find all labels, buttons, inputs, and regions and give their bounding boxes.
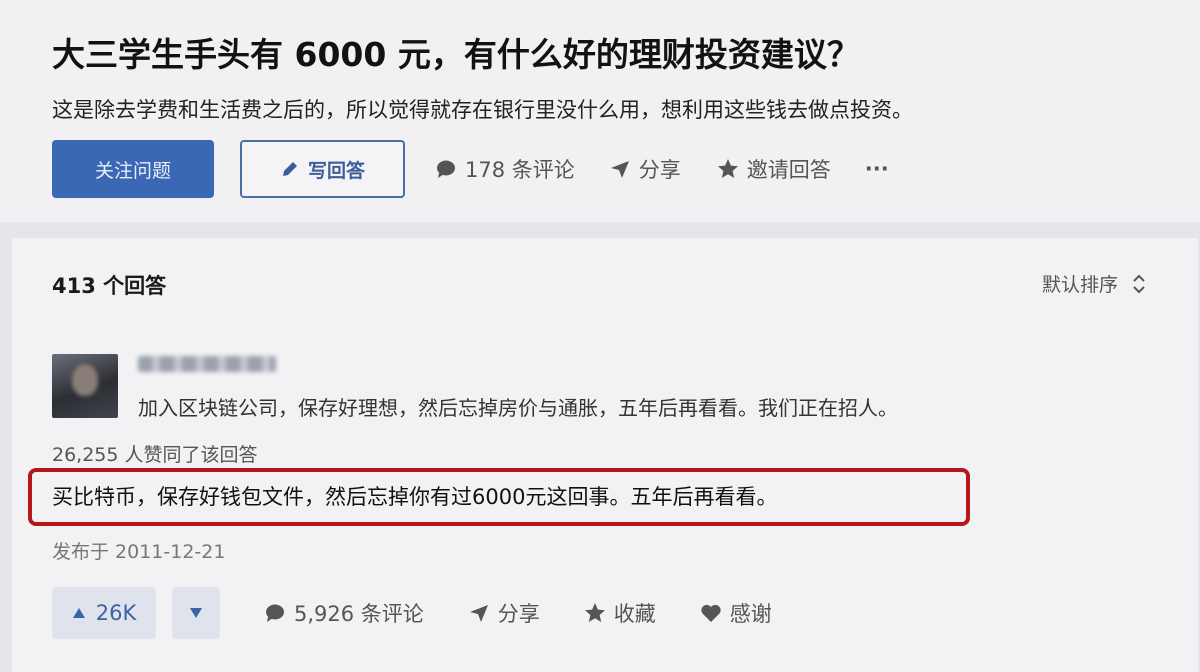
answer-content: 买比特币，保存好钱包文件，然后忘掉你有过6000元这回事。五年后再看看。 bbox=[52, 485, 778, 509]
publish-date: 发布于 2011-12-21 bbox=[52, 541, 226, 563]
upvote-button[interactable]: 26K bbox=[52, 587, 156, 639]
answer-share-label: 分享 bbox=[497, 602, 540, 626]
vote-summary: 26,255 人赞同了该回答 bbox=[52, 444, 258, 466]
question-comments-button[interactable]: 178 条评论 bbox=[435, 154, 575, 184]
write-answer-label: 写回答 bbox=[307, 159, 365, 182]
answer-comments-button[interactable]: 5,926 条评论 bbox=[264, 598, 424, 628]
share-icon bbox=[468, 603, 490, 623]
question-share-label: 分享 bbox=[638, 158, 681, 182]
author-name-blurred[interactable] bbox=[138, 356, 276, 372]
pencil-icon bbox=[280, 159, 300, 179]
sort-label: 默认排序 bbox=[1041, 274, 1118, 296]
favorite-button[interactable]: 收藏 bbox=[584, 598, 656, 628]
star-icon bbox=[717, 158, 739, 180]
favorite-label: 收藏 bbox=[613, 602, 656, 626]
downvote-button[interactable] bbox=[172, 587, 220, 639]
sort-icon bbox=[1132, 273, 1146, 295]
sort-dropdown[interactable]: 默认排序 bbox=[1042, 270, 1146, 297]
more-icon[interactable]: ··· bbox=[865, 157, 889, 181]
downvote-icon bbox=[189, 607, 203, 619]
invite-answer-label: 邀请回答 bbox=[746, 158, 831, 182]
question-header: 大三学生手头有 6000 元，有什么好的理财投资建议？ 这是除去学费和生活费之后… bbox=[0, 0, 1200, 222]
question-comments-label: 178 条评论 bbox=[465, 158, 575, 182]
share-icon bbox=[609, 159, 631, 179]
upvote-icon bbox=[72, 607, 86, 619]
answer-count: 413 个回答 bbox=[52, 274, 167, 298]
question-detail: 这是除去学费和生活费之后的，所以觉得就存在银行里没什么用，想利用这些钱去做点投资… bbox=[52, 98, 913, 122]
write-answer-button[interactable]: 写回答 bbox=[240, 140, 405, 198]
question-share-button[interactable]: 分享 bbox=[609, 154, 681, 184]
thanks-button[interactable]: 感谢 bbox=[700, 598, 772, 628]
avatar[interactable] bbox=[52, 354, 118, 418]
follow-question-button[interactable]: 关注问题 bbox=[52, 140, 214, 198]
author-bio: 加入区块链公司，保存好理想，然后忘掉房价与通胀，五年后再看看。我们正在招人。 bbox=[138, 396, 898, 420]
question-actions: 关注问题 写回答 178 条评论 分享 邀请回答 ··· bbox=[52, 140, 889, 198]
answer-comments-label: 5,926 条评论 bbox=[294, 602, 424, 626]
answer-actions: 26K 5,926 条评论 分享 收藏 感谢 bbox=[52, 587, 772, 639]
heart-icon bbox=[700, 603, 722, 623]
question-title: 大三学生手头有 6000 元，有什么好的理财投资建议？ bbox=[52, 35, 860, 74]
star-icon bbox=[584, 602, 606, 624]
thanks-label: 感谢 bbox=[729, 602, 772, 626]
avatar-face bbox=[72, 364, 98, 396]
comment-icon bbox=[264, 603, 286, 623]
comment-icon bbox=[435, 159, 457, 179]
invite-answer-button[interactable]: 邀请回答 bbox=[717, 154, 831, 184]
upvote-count: 26K bbox=[95, 601, 137, 625]
answers-section: 413 个回答 默认排序 加入区块链公司，保存好理想，然后忘掉房价与通胀，五年后… bbox=[12, 238, 1198, 672]
answer-share-button[interactable]: 分享 bbox=[468, 598, 540, 628]
